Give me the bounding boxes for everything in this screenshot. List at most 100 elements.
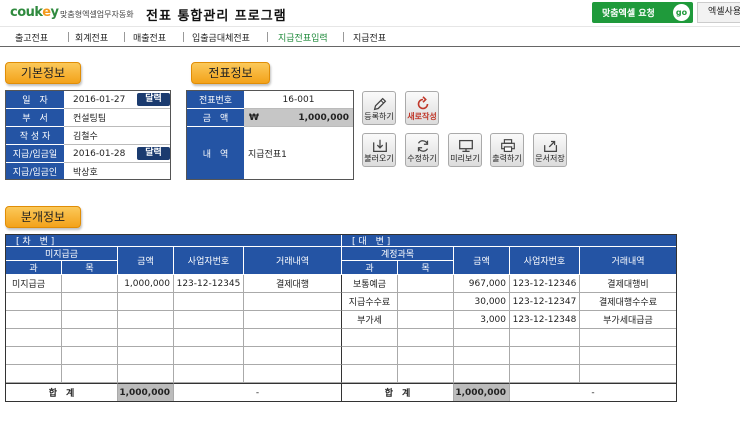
debit-item-cell[interactable] xyxy=(62,275,118,293)
credit-item-cell[interactable] xyxy=(398,293,454,311)
debit-desc-cell[interactable] xyxy=(244,329,342,347)
new-button[interactable]: 새로작성 xyxy=(405,91,439,125)
debit-amount-cell[interactable]: 1,000,000 xyxy=(118,275,174,293)
debit-bizno-cell[interactable]: 123-12-12345 xyxy=(174,275,244,293)
credit-desc-cell[interactable] xyxy=(580,365,676,383)
debit-amount-cell[interactable] xyxy=(118,329,174,347)
menu-item-sales[interactable]: 매출전표 xyxy=(133,31,166,44)
menu-item-payment-entry[interactable]: 지급전표입력 xyxy=(278,31,328,44)
credit-total-label: 합 계 xyxy=(342,383,454,401)
credit-item-cell[interactable] xyxy=(398,275,454,293)
debit-bizno-cell[interactable] xyxy=(174,293,244,311)
preview-button[interactable]: 미리보기 xyxy=(448,133,482,167)
menu-item-transfer[interactable]: 입출금대체전표 xyxy=(192,31,250,44)
debit-amount-cell[interactable] xyxy=(118,311,174,329)
credit-bizno-cell[interactable] xyxy=(510,347,580,365)
journal-info-heading: 분개정보 xyxy=(5,206,81,228)
author-field[interactable]: 김철수 xyxy=(64,127,170,145)
menu-item-accounting[interactable]: 회계전표 xyxy=(75,31,108,44)
credit-item-cell[interactable] xyxy=(398,347,454,365)
print-label: 출력하기 xyxy=(492,154,522,163)
credit-bizno-cell[interactable]: 123-12-12347 xyxy=(510,293,580,311)
debit-bizno-header: 사업자번호 xyxy=(174,247,244,275)
credit-subject-cell[interactable]: 지급수수료 xyxy=(342,293,398,311)
debit-amount-header: 금액 xyxy=(118,247,174,275)
debit-desc-cell[interactable] xyxy=(244,347,342,365)
debit-desc-cell[interactable] xyxy=(244,293,342,311)
credit-subject-cell[interactable] xyxy=(342,365,398,383)
register-button[interactable]: 등록하기 xyxy=(362,91,396,125)
content-field[interactable]: 지급전표1 xyxy=(244,127,353,179)
debit-subject-cell[interactable] xyxy=(6,293,62,311)
menu-item-shipping[interactable]: 출고전표 xyxy=(15,31,48,44)
debit-subject-header: 과 xyxy=(6,261,62,275)
credit-amount-cell[interactable] xyxy=(454,365,510,383)
debit-subject-cell[interactable] xyxy=(6,329,62,347)
debit-item-header: 목 xyxy=(62,261,118,275)
credit-item-cell[interactable] xyxy=(398,329,454,347)
debit-bizno-cell[interactable] xyxy=(174,365,244,383)
credit-amount-cell[interactable] xyxy=(454,329,510,347)
brand-subtitle: 맞춤형엑셀업무자동화 xyxy=(60,10,134,19)
excel-usage-button[interactable]: 엑셀사용 xyxy=(697,2,740,23)
menu-item-payment[interactable]: 지급전표 xyxy=(353,31,386,44)
save-document-button[interactable]: 문서저장 xyxy=(533,133,567,167)
date-calendar-button[interactable]: 달력 xyxy=(137,93,170,106)
credit-subject-cell[interactable]: 부가세 xyxy=(342,311,398,329)
credit-subject-cell[interactable]: 보통예금 xyxy=(342,275,398,293)
credit-item-cell[interactable] xyxy=(398,365,454,383)
credit-total-desc: - xyxy=(510,383,676,401)
debit-desc-cell[interactable] xyxy=(244,365,342,383)
load-button[interactable]: 불러오기 xyxy=(362,133,396,167)
credit-amount-cell[interactable]: 30,000 xyxy=(454,293,510,311)
edit-button[interactable]: 수정하기 xyxy=(405,133,439,167)
credit-subject-header: 과 xyxy=(342,261,398,275)
debit-subject-cell[interactable] xyxy=(6,365,62,383)
debit-desc-cell[interactable] xyxy=(244,311,342,329)
debit-item-cell[interactable] xyxy=(62,329,118,347)
debit-total-amount: 1,000,000 xyxy=(118,383,174,401)
credit-bizno-cell[interactable]: 123-12-12348 xyxy=(510,311,580,329)
debit-amount-cell[interactable] xyxy=(118,347,174,365)
credit-bizno-cell[interactable] xyxy=(510,365,580,383)
credit-bizno-cell[interactable]: 123-12-12346 xyxy=(510,275,580,293)
credit-subject-cell[interactable] xyxy=(342,347,398,365)
debit-item-cell[interactable] xyxy=(62,311,118,329)
credit-desc-cell[interactable] xyxy=(580,347,676,365)
basic-info-heading: 기본정보 xyxy=(5,62,81,84)
payee-field[interactable]: 박상호 xyxy=(64,163,170,179)
credit-desc-cell[interactable]: 결제대행수수료 xyxy=(580,293,676,311)
debit-bizno-cell[interactable] xyxy=(174,329,244,347)
new-label: 새로작성 xyxy=(407,112,437,121)
debit-item-cell[interactable] xyxy=(62,293,118,311)
department-field[interactable]: 컨설팅팀 xyxy=(64,109,170,127)
voucher-no-field[interactable]: 16-001 xyxy=(244,91,353,109)
debit-amount-cell[interactable] xyxy=(118,365,174,383)
debit-amount-cell[interactable] xyxy=(118,293,174,311)
debit-item-cell[interactable] xyxy=(62,347,118,365)
debit-bizno-cell[interactable] xyxy=(174,311,244,329)
credit-subject-cell[interactable] xyxy=(342,329,398,347)
custom-excel-request-button[interactable]: 맞춤엑셀 요청 go xyxy=(592,2,693,23)
debit-bizno-cell[interactable] xyxy=(174,347,244,365)
payment-date-calendar-button[interactable]: 달력 xyxy=(137,147,170,160)
credit-amount-cell[interactable]: 3,000 xyxy=(454,311,510,329)
credit-amount-header: 금액 xyxy=(454,247,510,275)
credit-desc-cell[interactable] xyxy=(580,329,676,347)
print-button[interactable]: 출력하기 xyxy=(490,133,524,167)
debit-total-label: 합 계 xyxy=(6,383,118,401)
credit-total-amount: 1,000,000 xyxy=(454,383,510,401)
credit-amount-cell[interactable] xyxy=(454,347,510,365)
credit-bizno-cell[interactable] xyxy=(510,329,580,347)
amount-label: 금 액 xyxy=(187,109,244,127)
debit-subject-cell[interactable] xyxy=(6,311,62,329)
credit-desc-cell[interactable]: 결제대행비 xyxy=(580,275,676,293)
debit-subject-cell[interactable]: 미지급금 xyxy=(6,275,62,293)
credit-item-cell[interactable] xyxy=(398,311,454,329)
credit-desc-cell[interactable]: 부가세대급금 xyxy=(580,311,676,329)
debit-desc-cell[interactable]: 결제대행 xyxy=(244,275,342,293)
credit-amount-cell[interactable]: 967,000 xyxy=(454,275,510,293)
edit-label: 수정하기 xyxy=(407,154,437,163)
debit-item-cell[interactable] xyxy=(62,365,118,383)
debit-subject-cell[interactable] xyxy=(6,347,62,365)
